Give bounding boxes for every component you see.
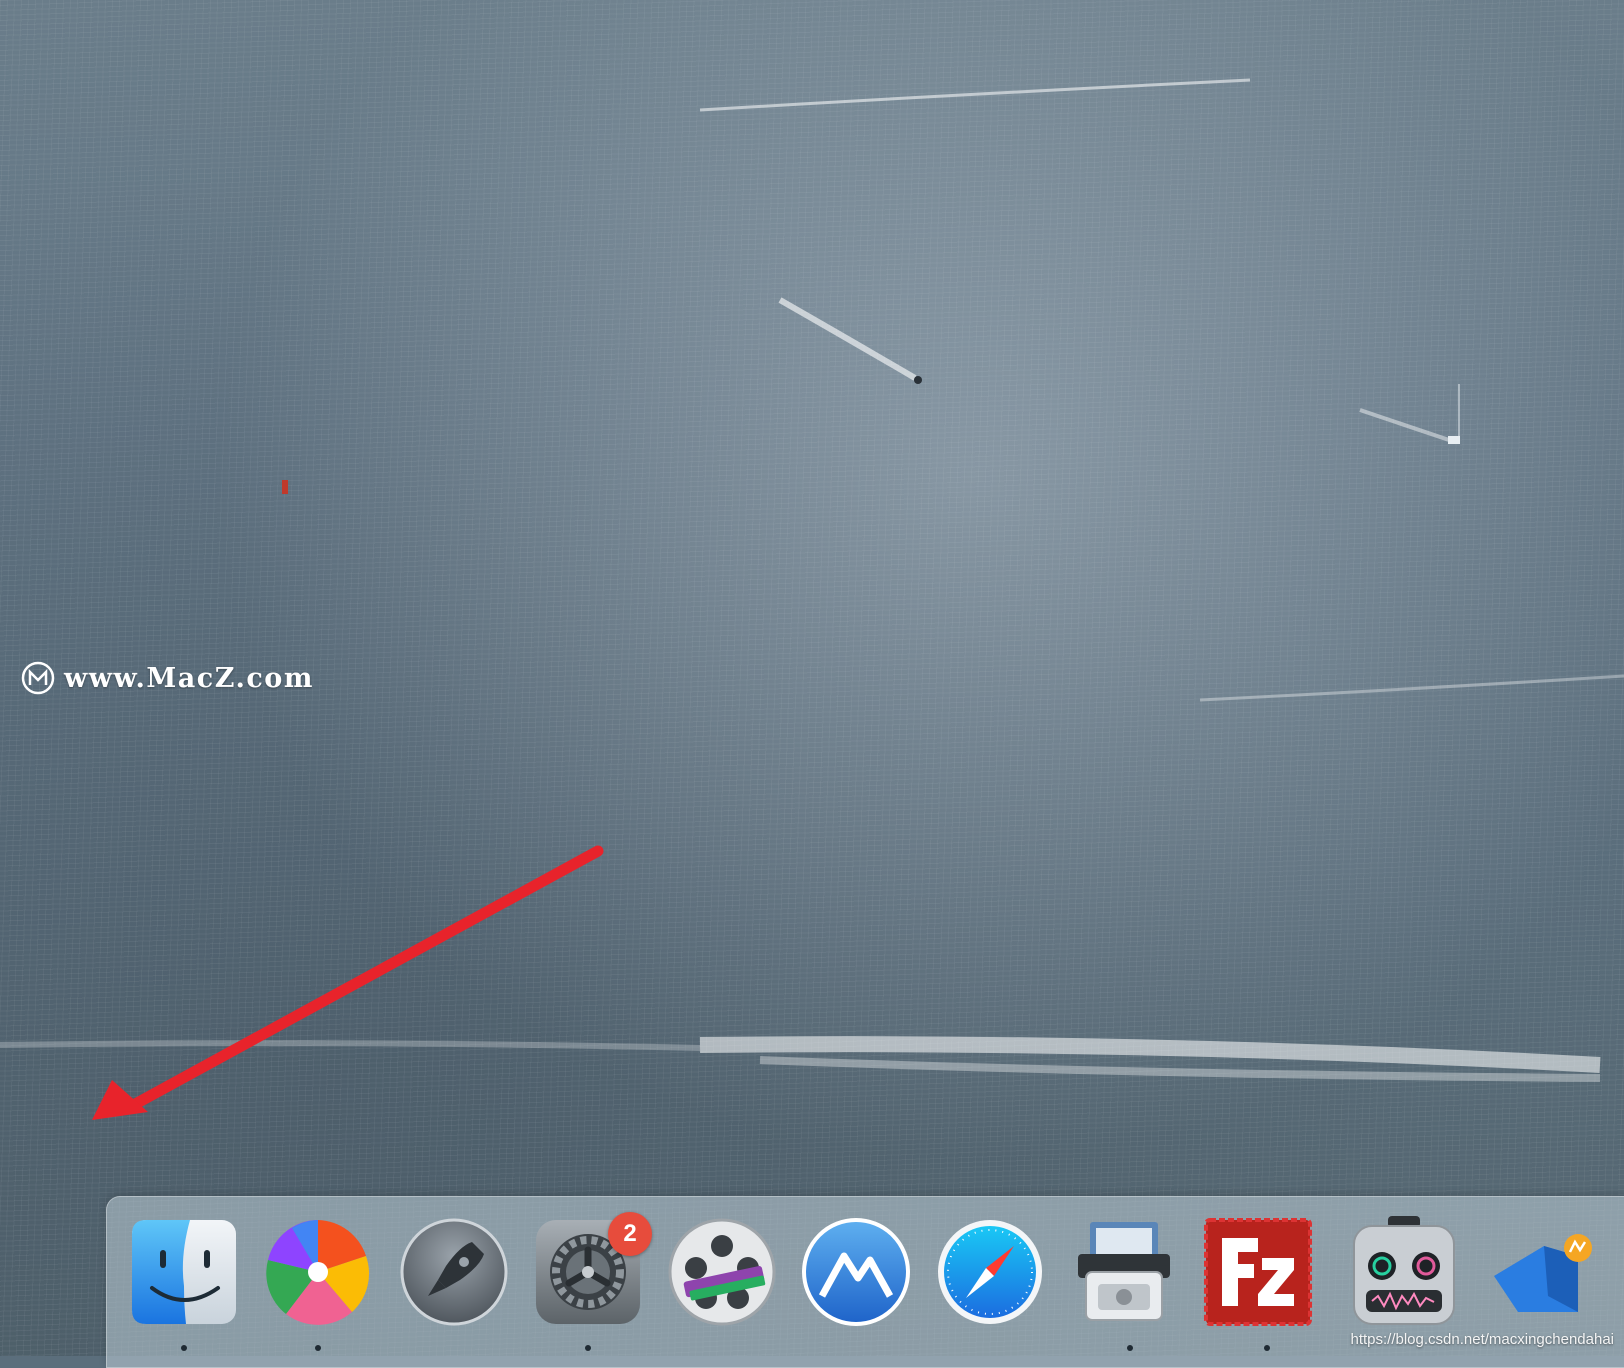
- credit-watermark: https://blog.csdn.net/macxingchendahai: [1350, 1331, 1614, 1348]
- disk-printer-icon[interactable]: [1068, 1216, 1180, 1328]
- mountain-app-icon[interactable]: [800, 1216, 912, 1328]
- system-preferences-running-dot: [585, 1345, 591, 1351]
- robot-audio-app-icon[interactable]: [1348, 1216, 1460, 1328]
- video-converter-icon[interactable]: [666, 1216, 778, 1328]
- watermark: www.MacZ.com: [20, 660, 314, 696]
- notification-badge: 2: [608, 1212, 652, 1256]
- macz-logo-icon: [21, 661, 55, 695]
- filezilla-running-dot: [1264, 1345, 1270, 1351]
- finder-running-dot: [181, 1345, 187, 1351]
- desktop-wallpaper: www.MacZ.com: [0, 0, 1624, 1356]
- disk-printer-running-dot: [1127, 1345, 1133, 1351]
- watermark-text: www.MacZ.com: [64, 662, 314, 694]
- finder-icon[interactable]: [128, 1216, 240, 1328]
- pinwheel-app-icon[interactable]: [262, 1216, 374, 1328]
- filezilla-icon[interactable]: [1202, 1216, 1314, 1328]
- launchpad-icon[interactable]: [398, 1216, 510, 1328]
- safari-icon[interactable]: [934, 1216, 1046, 1328]
- pinwheel-running-dot: [315, 1345, 321, 1351]
- blue-shape-app-icon[interactable]: [1488, 1216, 1600, 1328]
